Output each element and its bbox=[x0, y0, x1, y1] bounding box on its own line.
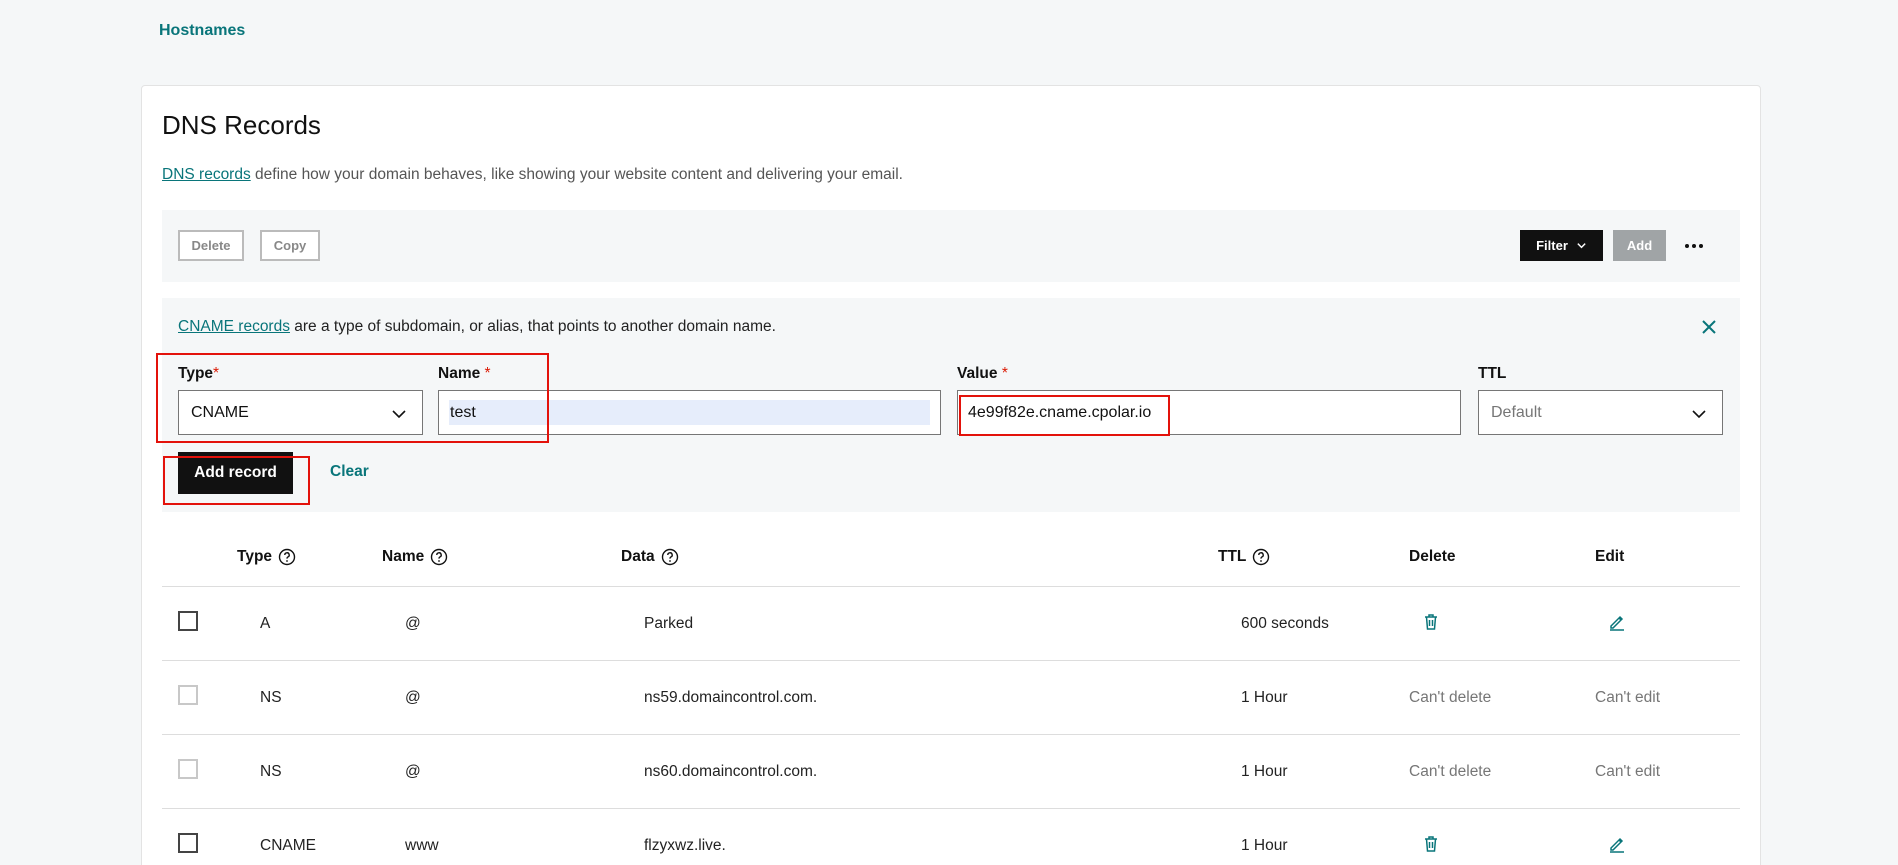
records-toolbar: Delete Copy Filter Add bbox=[162, 210, 1740, 282]
value-input-value: 4e99f82e.cname.cpolar.io bbox=[968, 403, 1152, 421]
intro-text: DNS records define how your domain behav… bbox=[162, 166, 903, 184]
header-data: Data bbox=[621, 548, 679, 566]
cell-ttl: 1 Hour bbox=[1241, 689, 1288, 706]
chevron-down-icon bbox=[1692, 410, 1706, 419]
more-options-icon[interactable] bbox=[1682, 236, 1706, 256]
table-row: A @ Parked 600 seconds bbox=[162, 587, 1740, 661]
cell-data: ns59.domaincontrol.com. bbox=[644, 689, 818, 706]
filter-button[interactable]: Filter bbox=[1520, 230, 1603, 261]
cell-name: @ bbox=[405, 763, 421, 780]
header-edit: Edit bbox=[1595, 548, 1625, 565]
ttl-select-value: Default bbox=[1491, 403, 1542, 421]
cname-info: CNAME records are a type of subdomain, o… bbox=[178, 318, 776, 336]
cell-ttl: 1 Hour bbox=[1241, 763, 1288, 780]
pencil-icon[interactable] bbox=[1606, 833, 1628, 855]
help-icon[interactable] bbox=[278, 548, 296, 566]
chevron-down-icon bbox=[392, 410, 406, 419]
table-row: CNAME www flzyxwz.live. 1 Hour bbox=[162, 809, 1740, 865]
name-input[interactable]: test bbox=[438, 390, 941, 435]
value-input[interactable]: 4e99f82e.cname.cpolar.io bbox=[957, 390, 1461, 435]
table-header: Type Name Data TTL Delete Edit bbox=[162, 526, 1740, 587]
row-checkbox bbox=[178, 759, 198, 779]
cell-name: www bbox=[405, 837, 439, 854]
cell-delete: Can't delete bbox=[1409, 689, 1492, 706]
table-row: NS @ ns60.domaincontrol.com. 1 Hour Can'… bbox=[162, 735, 1740, 809]
header-ttl: TTL bbox=[1218, 548, 1270, 566]
add-record-button[interactable]: Add record bbox=[178, 452, 293, 494]
chevron-down-icon bbox=[1577, 243, 1586, 249]
cell-type: A bbox=[260, 615, 271, 632]
cell-delete: Can't delete bbox=[1409, 763, 1492, 780]
type-select[interactable]: CNAME bbox=[178, 390, 423, 435]
cell-edit: Can't edit bbox=[1595, 689, 1660, 706]
filter-label: Filter bbox=[1536, 238, 1568, 253]
ttl-select[interactable]: Default bbox=[1478, 390, 1723, 435]
cell-type: NS bbox=[260, 763, 282, 780]
cell-data: flzyxwz.live. bbox=[644, 837, 726, 854]
clear-button[interactable]: Clear bbox=[330, 463, 369, 481]
pencil-icon[interactable] bbox=[1606, 611, 1628, 633]
delete-button[interactable]: Delete bbox=[178, 230, 244, 261]
name-label: Name * bbox=[438, 365, 491, 382]
table-row: NS @ ns59.domaincontrol.com. 1 Hour Can'… bbox=[162, 661, 1740, 735]
dns-records-link[interactable]: DNS records bbox=[162, 166, 251, 183]
add-button[interactable]: Add bbox=[1613, 230, 1666, 261]
close-icon[interactable] bbox=[1699, 317, 1719, 337]
trash-icon[interactable] bbox=[1420, 611, 1442, 633]
help-icon[interactable] bbox=[430, 548, 448, 566]
type-select-value: CNAME bbox=[191, 403, 249, 421]
intro-description: define how your domain behaves, like sho… bbox=[250, 166, 903, 183]
hostnames-link[interactable]: Hostnames bbox=[159, 22, 245, 40]
page-title: DNS Records bbox=[162, 110, 321, 140]
cell-data: ns60.domaincontrol.com. bbox=[644, 763, 818, 780]
cname-records-link[interactable]: CNAME records bbox=[178, 318, 290, 335]
value-label: Value * bbox=[957, 365, 1008, 382]
help-icon[interactable] bbox=[1252, 548, 1270, 566]
row-checkbox bbox=[178, 685, 198, 705]
cell-name: @ bbox=[405, 689, 421, 706]
cell-ttl: 600 seconds bbox=[1241, 615, 1329, 632]
ttl-label: TTL bbox=[1478, 365, 1507, 382]
type-label: Type* bbox=[178, 365, 220, 382]
row-checkbox[interactable] bbox=[178, 611, 198, 631]
row-checkbox[interactable] bbox=[178, 833, 198, 853]
header-delete: Delete bbox=[1409, 548, 1456, 565]
copy-button[interactable]: Copy bbox=[260, 230, 320, 261]
trash-icon[interactable] bbox=[1420, 833, 1442, 855]
add-record-form: CNAME records are a type of subdomain, o… bbox=[162, 298, 1740, 512]
help-icon[interactable] bbox=[661, 548, 679, 566]
name-input-value: test bbox=[449, 400, 930, 425]
dns-records-card: DNS Records DNS records define how your … bbox=[141, 85, 1761, 865]
cell-name: @ bbox=[405, 615, 421, 632]
header-type: Type bbox=[237, 548, 296, 566]
cell-edit: Can't edit bbox=[1595, 763, 1660, 780]
cell-data: Parked bbox=[644, 615, 694, 632]
cell-ttl: 1 Hour bbox=[1241, 837, 1288, 854]
header-name: Name bbox=[382, 548, 448, 566]
cell-type: NS bbox=[260, 689, 282, 706]
cell-type: CNAME bbox=[260, 837, 316, 854]
cname-info-text: are a type of subdomain, or alias, that … bbox=[289, 318, 776, 335]
